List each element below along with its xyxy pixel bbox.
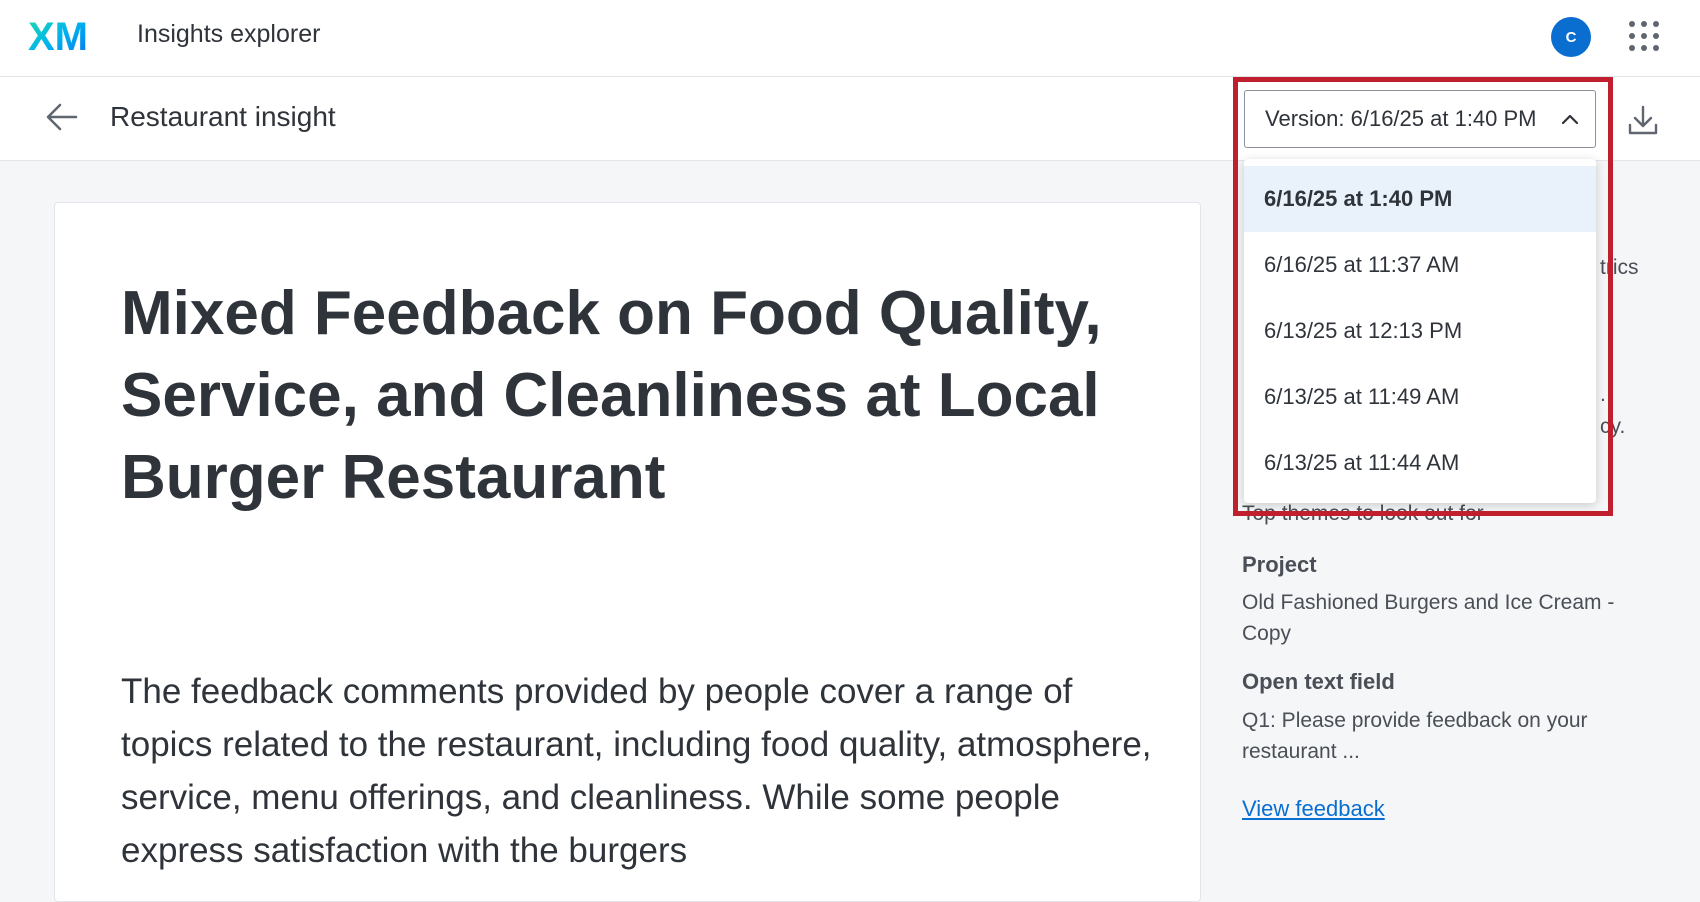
top-bar: XM Insights explorer C <box>0 0 1700 77</box>
view-feedback-link[interactable]: View feedback <box>1242 796 1385 822</box>
page-header: Restaurant insight Version: 6/16/25 at 1… <box>0 77 1700 161</box>
side-partial-text: trics <box>1600 256 1639 279</box>
project-label: Project <box>1242 552 1317 577</box>
user-avatar[interactable]: C <box>1551 17 1591 57</box>
open-text-field-label: Open text field <box>1242 669 1395 694</box>
version-option[interactable]: 6/13/25 at 11:44 AM <box>1244 430 1596 496</box>
version-select-button[interactable]: Version: 6/16/25 at 1:40 PM <box>1244 90 1596 148</box>
version-select-label: Version: 6/16/25 at 1:40 PM <box>1265 106 1537 131</box>
version-option[interactable]: 6/16/25 at 1:40 PM <box>1244 166 1596 232</box>
top-themes-label: Top themes to look out for <box>1242 502 1484 525</box>
version-option[interactable]: 6/13/25 at 12:13 PM <box>1244 298 1596 364</box>
side-partial-text: cy. <box>1600 415 1626 438</box>
arrow-left-icon[interactable] <box>44 99 80 135</box>
version-option[interactable]: 6/16/25 at 11:37 AM <box>1244 232 1596 298</box>
version-option[interactable]: 6/13/25 at 11:49 AM <box>1244 364 1596 430</box>
app-title: Insights explorer <box>137 20 321 48</box>
page-title: Restaurant insight <box>110 101 336 132</box>
open-text-field-value: Q1: Please provide feedback on your rest… <box>1242 709 1588 763</box>
project-value: Old Fashioned Burgers and Ice Cream - Co… <box>1242 591 1615 645</box>
download-icon[interactable] <box>1626 103 1660 137</box>
apps-grid-icon[interactable] <box>1628 20 1660 52</box>
svg-text:XM: XM <box>28 16 88 56</box>
side-partial-text: . <box>1600 383 1606 406</box>
insight-card: Mixed Feedback on Food Quality, Service,… <box>54 202 1201 902</box>
chevron-up-icon <box>1561 114 1579 125</box>
insight-headline: Mixed Feedback on Food Quality, Service,… <box>121 279 1102 512</box>
xm-logo: XM <box>28 16 88 56</box>
version-dropdown-menu: 6/16/25 at 1:40 PM 6/16/25 at 11:37 AM 6… <box>1244 159 1596 503</box>
insight-body: The feedback comments provided by people… <box>121 672 1152 870</box>
